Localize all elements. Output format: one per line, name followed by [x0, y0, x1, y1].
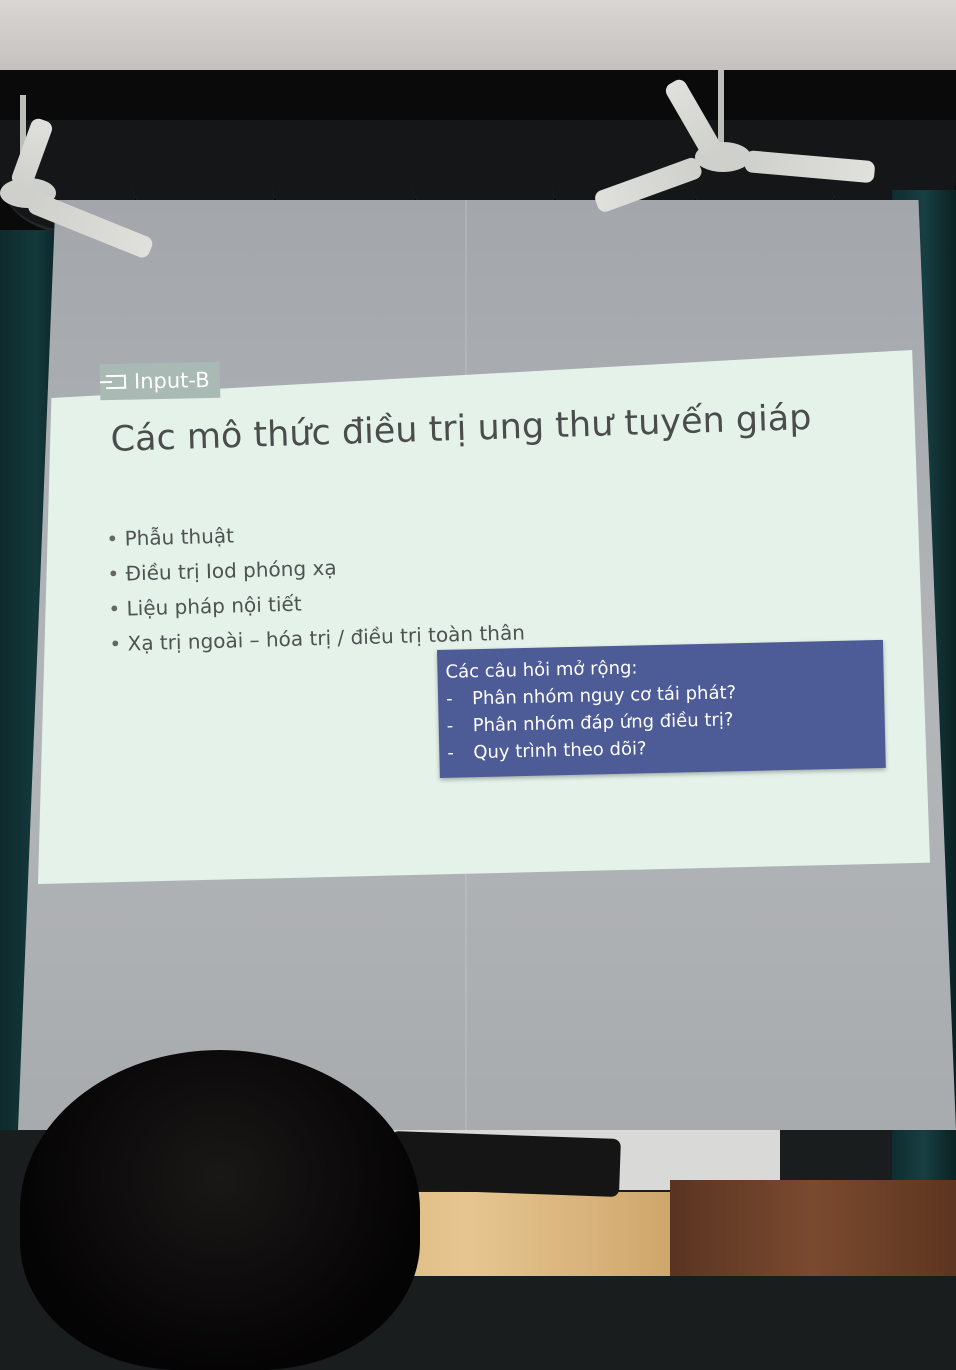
input-source-icon — [105, 374, 127, 390]
question-text: Quy trình theo dõi? — [473, 738, 647, 764]
input-source-label: Input-B — [133, 367, 210, 394]
question-text: Phân nhóm nguy cơ tái phát? — [471, 682, 737, 710]
bullet-list: Phẫu thuật Điều trị Iod phóng xạ Liệu ph… — [106, 510, 525, 662]
wooden-stage-edge — [670, 1180, 956, 1276]
input-source-indicator: Input-B — [99, 361, 220, 401]
question-text: Phân nhóm đáp ứng điều trị? — [472, 709, 734, 737]
audience-head — [20, 1050, 420, 1370]
fan-rod — [718, 70, 724, 150]
projector-bag — [389, 1131, 621, 1197]
extended-questions-box: Các câu hỏi mở rộng: - Phân nhóm nguy cơ … — [437, 639, 886, 778]
